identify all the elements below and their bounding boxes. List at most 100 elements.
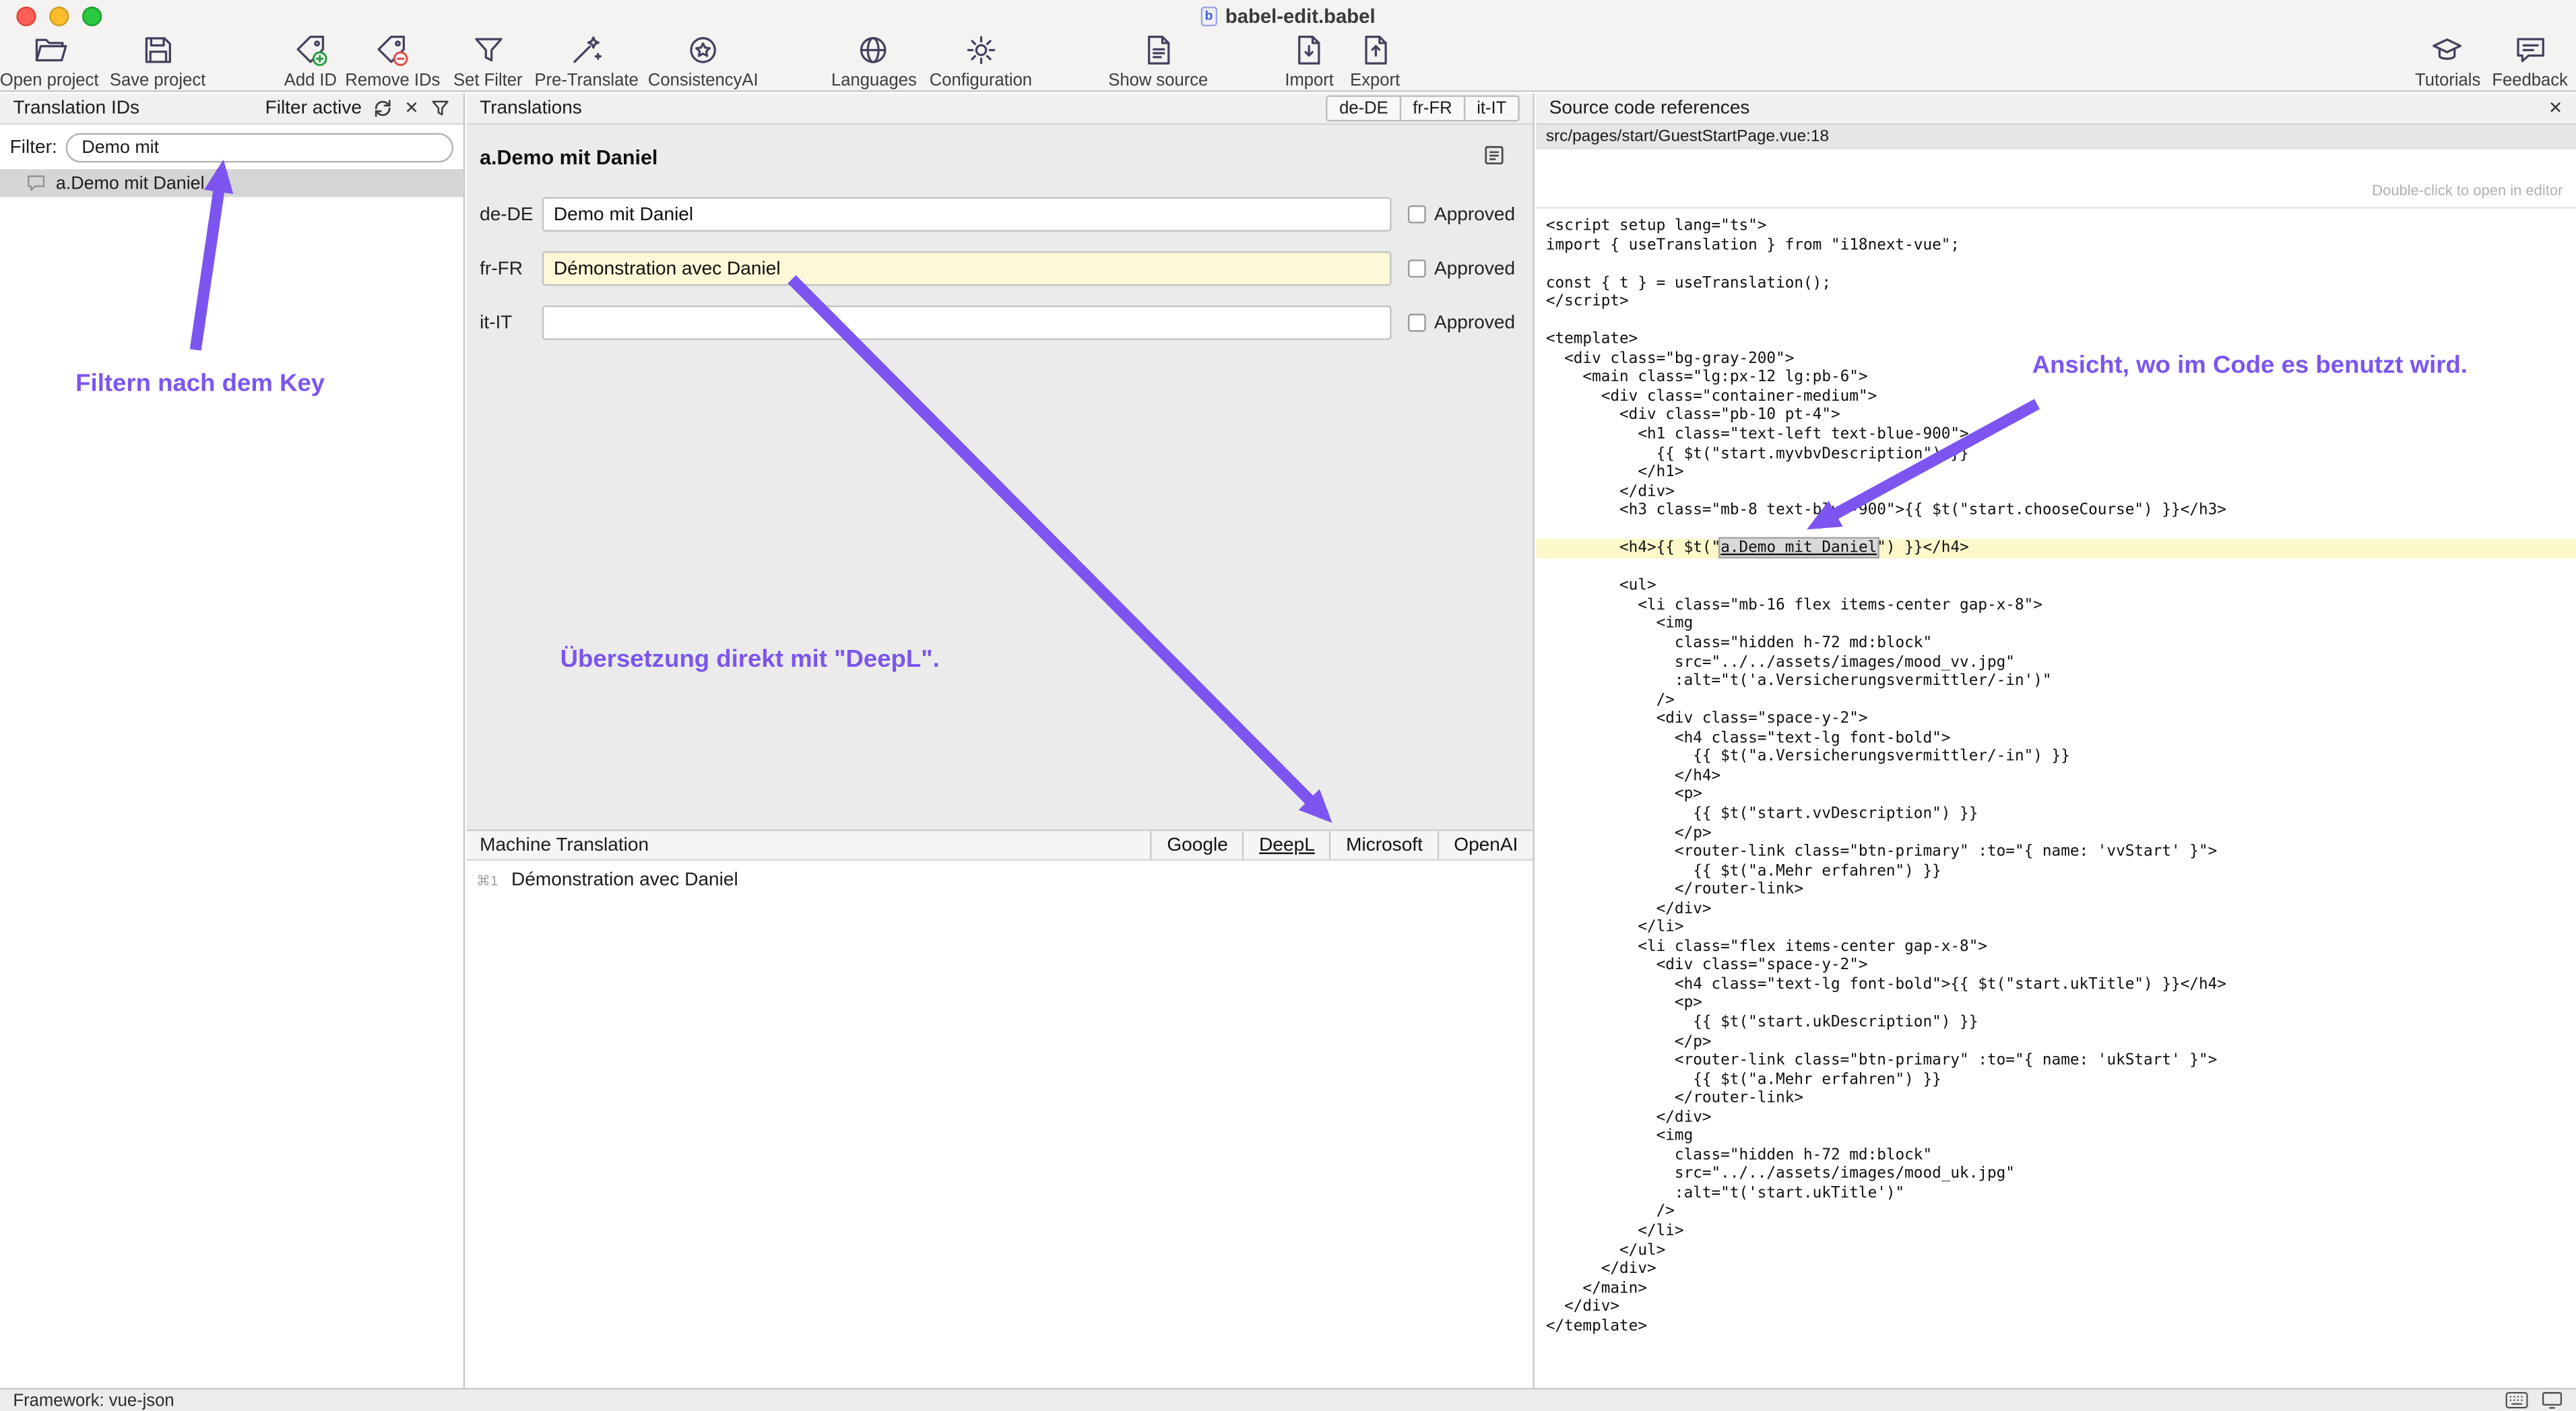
toolbar-label: Open project [0, 71, 98, 90]
code-line: </p> [1536, 824, 2576, 843]
source-references-header: Source code references ✕ [1536, 94, 2576, 125]
source-references-title: Source code references [1549, 98, 1750, 118]
toolbar-add-id[interactable]: Add ID [284, 31, 337, 90]
translation-row-de-DE: de-DE Approved [480, 197, 1520, 232]
close-panel-icon[interactable]: ✕ [2548, 100, 2563, 117]
approved-checkbox-it-IT[interactable] [1408, 314, 1426, 332]
code-line: <li class="flex items-center gap-x-8"> [1536, 938, 2576, 956]
toolbar-show-source[interactable]: Show source [1108, 31, 1208, 90]
note-icon[interactable] [1483, 145, 1505, 166]
toolbar-label: Export [1350, 71, 1400, 90]
code-line: {{ $t("start.myvbvDescription") }} [1536, 445, 2576, 463]
code-line: <h4 class="text-lg font-bold">{{ $t("sta… [1536, 975, 2576, 994]
toolbar-label: Remove IDs [345, 71, 440, 90]
filter-funnel-icon[interactable] [430, 98, 450, 118]
toolbar-feedback[interactable]: Feedback [2492, 31, 2567, 90]
code-line: {{ $t("start.ukDescription") }} [1536, 1014, 2576, 1032]
toolbar-label: Tutorials [2415, 71, 2480, 90]
toolbar-import[interactable]: Import [1285, 31, 1334, 90]
language-label: it-IT [480, 313, 542, 333]
save-project-icon [141, 31, 175, 69]
toolbar-save-project[interactable]: Save project [110, 31, 205, 90]
refresh-icon[interactable] [373, 98, 393, 118]
code-line [1536, 558, 2576, 577]
export-icon [1358, 31, 1392, 69]
translation-input-de-DE[interactable] [542, 197, 1392, 232]
mt-suggestion-row[interactable]: ⌘1 Démonstration avec Daniel [476, 871, 738, 890]
toolbar-tutorials[interactable]: Tutorials [2415, 31, 2480, 90]
filter-active-label: Filter active [265, 98, 362, 118]
toolbar-label: Languages [831, 71, 917, 90]
import-icon [1292, 31, 1326, 69]
toolbar-languages[interactable]: Languages [831, 31, 917, 90]
remove-ids-icon [375, 31, 410, 69]
toolbar-set-filter[interactable]: Set Filter [453, 31, 522, 90]
code-line: </li> [1536, 1222, 2576, 1241]
code-line: <div class="pb-10 pt-4"> [1536, 407, 2576, 426]
toolbar-pre-translate[interactable]: Pre-Translate [535, 31, 639, 90]
toolbar-label: Save project [110, 71, 205, 90]
translation-row-fr-FR: fr-FRApproved [480, 251, 1520, 286]
code-line: </div> [1536, 1108, 2576, 1127]
approved-label: Approved [1434, 205, 1515, 224]
translations-panel: Translations de-DEfr-FRit-IT a.Demo mit … [467, 94, 1535, 1388]
toolbar-consistencyai[interactable]: ConsistencyAI [648, 31, 759, 90]
code-line: <router-link class="btn-primary" :to="{ … [1536, 843, 2576, 861]
code-line: /> [1536, 1203, 2576, 1222]
code-line: <script setup lang="ts"> [1536, 217, 2576, 236]
translation-input-it-IT[interactable] [542, 306, 1392, 340]
code-line: <p> [1536, 994, 2576, 1013]
mt-provider-tab-google[interactable]: Google [1151, 831, 1243, 859]
code-line: </template> [1536, 1317, 2576, 1336]
toolbar-label: ConsistencyAI [648, 71, 759, 90]
language-tab-it-IT[interactable]: it-IT [1464, 97, 1518, 120]
toolbar-label: Import [1285, 71, 1334, 90]
language-label: de-DE [480, 205, 542, 224]
code-line: {{ $t("start.vvDescription") }} [1536, 805, 2576, 824]
toolbar-configuration[interactable]: Configuration [930, 31, 1032, 90]
annotation-filter-note: Filtern nach dem Key [75, 370, 325, 397]
code-line [1536, 312, 2576, 331]
document-proxy-icon: b [1200, 6, 1217, 26]
highlighted-translation-key[interactable]: a.Demo mit Daniel [1720, 539, 1877, 558]
code-line: class="hidden h-72 md:block" [1536, 1146, 2576, 1165]
source-reference-item[interactable]: src/pages/start/GuestStartPage.vue:18 [1536, 125, 2576, 150]
language-tab-fr-FR[interactable]: fr-FR [1400, 97, 1464, 120]
feedback-icon [2513, 31, 2547, 69]
language-tab-de-DE[interactable]: de-DE [1328, 97, 1400, 120]
code-line: <li class="mb-16 flex items-center gap-x… [1536, 596, 2576, 615]
approved-label: Approved [1434, 313, 1515, 333]
code-line: class="hidden h-72 md:block" [1536, 634, 2576, 653]
clear-filter-icon[interactable]: ✕ [404, 100, 418, 117]
code-line: <p> [1536, 786, 2576, 805]
toolbar-label: Feedback [2492, 71, 2567, 90]
translation-id-item[interactable]: a.Demo mit Daniel [0, 169, 463, 197]
mt-provider-tab-openai[interactable]: OpenAI [1438, 831, 1533, 859]
toolbar-export[interactable]: Export [1350, 31, 1400, 90]
toolbar-open-project[interactable]: Open project [0, 31, 98, 90]
code-line: <h4 class="text-lg font-bold"> [1536, 729, 2576, 748]
filter-input[interactable] [65, 132, 453, 162]
comment-bubble-icon [26, 174, 46, 193]
code-line: <h3 class="mb-8 text-blue-900">{{ $t("st… [1536, 501, 2576, 520]
mt-provider-tab-microsoft[interactable]: Microsoft [1330, 831, 1438, 859]
toolbar-remove-ids[interactable]: Remove IDs [345, 31, 440, 90]
code-line: {{ $t("a.Mehr erfahren") }} [1536, 1070, 2576, 1089]
toolbar-label: Show source [1108, 71, 1208, 90]
code-line: <div class="space-y-2"> [1536, 710, 2576, 729]
machine-translation-results: ⌘1 Démonstration avec Daniel [467, 861, 1533, 1388]
mt-provider-tab-deepl[interactable]: DeepL [1243, 831, 1330, 859]
keyboard-icon[interactable] [2505, 1391, 2528, 1410]
set-filter-icon [471, 31, 505, 69]
display-icon[interactable] [2542, 1391, 2563, 1410]
mt-shortcut: ⌘1 [476, 872, 498, 890]
code-line: <ul> [1536, 577, 2576, 596]
code-line: {{ $t("a.Mehr erfahren") }} [1536, 861, 2576, 880]
code-line: <div class="container-medium"> [1536, 387, 2576, 406]
translation-ids-title: Translation IDs [13, 98, 140, 118]
translation-input-fr-FR[interactable] [542, 251, 1392, 286]
approved-checkbox-fr-FR[interactable] [1408, 259, 1426, 277]
window-title-text: babel-edit.babel [1225, 4, 1376, 27]
approved-checkbox-de-DE[interactable] [1408, 205, 1426, 224]
code-line: <template> [1536, 331, 2576, 350]
